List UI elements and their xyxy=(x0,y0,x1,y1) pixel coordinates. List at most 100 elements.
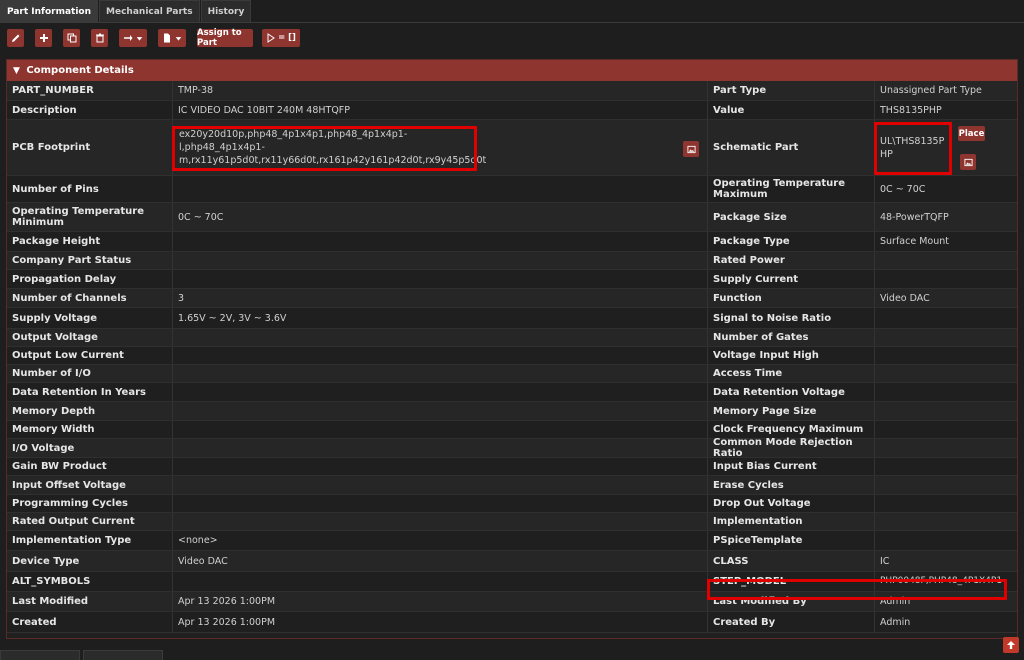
field-value[interactable] xyxy=(172,232,707,251)
panel-header[interactable]: ▼ Component Details xyxy=(7,60,1017,81)
tab-divider xyxy=(0,22,1024,23)
field-value[interactable] xyxy=(874,329,1019,346)
field-label: Drop Out Voltage xyxy=(707,495,874,512)
field-value[interactable] xyxy=(172,270,707,288)
field-value[interactable] xyxy=(874,383,1019,401)
field-label: PSpiceTemplate xyxy=(707,531,874,550)
add-button[interactable] xyxy=(35,29,52,47)
field-value[interactable]: PHP0048F,PHP48_4P1X4P1 xyxy=(874,572,1019,591)
field-value[interactable]: IC VIDEO DAC 10BIT 240M 48HTQFP xyxy=(172,101,707,119)
field-value[interactable] xyxy=(874,513,1019,530)
field-value[interactable]: Unassigned Part Type xyxy=(874,81,1019,100)
delete-button[interactable] xyxy=(91,29,108,47)
field-value[interactable] xyxy=(172,513,707,530)
field-value[interactable] xyxy=(874,476,1019,494)
bottom-tab-2[interactable] xyxy=(83,650,163,660)
field-value[interactable]: Video DAC xyxy=(172,551,707,571)
table-row: Programming Cycles Drop Out Voltage xyxy=(7,495,1017,513)
file-dropdown-button[interactable] xyxy=(158,29,186,47)
field-value[interactable]: 1.65V ~ 2V, 3V ~ 3.6V xyxy=(172,308,707,328)
field-value[interactable] xyxy=(874,270,1019,288)
bottom-tab-1[interactable] xyxy=(0,650,80,660)
field-value[interactable] xyxy=(172,402,707,420)
chevron-down-icon xyxy=(136,36,143,41)
copy-button[interactable] xyxy=(63,29,80,47)
place-label: Place xyxy=(958,128,985,139)
table-row: Number of Pins Operating Temperature Maxi… xyxy=(7,176,1017,203)
field-value[interactable]: 3 xyxy=(172,289,707,307)
run-label: = [] xyxy=(278,33,296,43)
move-dropdown-button[interactable] xyxy=(119,29,147,47)
image-icon xyxy=(963,158,973,166)
table-row: Gain BW Product Input Bias Current xyxy=(7,458,1017,476)
field-value[interactable]: Admin xyxy=(874,592,1019,611)
field-value[interactable] xyxy=(172,439,707,457)
field-value[interactable]: UL\THS8135PHP xyxy=(874,120,1019,175)
schematic-image-button[interactable] xyxy=(960,154,976,170)
field-label: Implementation Type xyxy=(12,535,132,546)
table-row: Implementation Type <none> PSpiceTemplate xyxy=(7,531,1017,551)
footprint-image-button[interactable] xyxy=(683,141,699,157)
field-label: Rated Output Current xyxy=(12,516,135,527)
field-value[interactable] xyxy=(172,252,707,269)
field-value[interactable] xyxy=(172,329,707,346)
table-row: Output Voltage Number of Gates xyxy=(7,329,1017,347)
run-button[interactable]: = [] xyxy=(262,29,300,47)
field-label: Created By xyxy=(707,612,874,632)
field-value[interactable] xyxy=(874,531,1019,550)
tab-mechanical-parts[interactable]: Mechanical Parts xyxy=(99,0,200,22)
schematic-place-button[interactable]: Place xyxy=(958,126,985,141)
field-value[interactable] xyxy=(874,308,1019,328)
field-value[interactable] xyxy=(172,476,707,494)
field-value[interactable]: <none> xyxy=(172,531,707,550)
field-value[interactable]: 0C ~ 70C xyxy=(874,176,1019,202)
field-value[interactable] xyxy=(874,252,1019,269)
field-value[interactable]: IC xyxy=(874,551,1019,571)
field-value[interactable] xyxy=(874,365,1019,382)
field-label: Memory Width xyxy=(12,424,95,435)
play-icon xyxy=(267,33,275,43)
table-row: Package Height Package Type Surface Mount xyxy=(7,232,1017,252)
table-row: PCB Footprint ex20y20d10p,php48_4p1x4p1,p… xyxy=(7,120,1017,176)
field-label: PCB Footprint xyxy=(12,142,91,153)
field-value[interactable] xyxy=(874,421,1019,438)
field-value[interactable] xyxy=(874,439,1019,457)
tab-history[interactable]: History xyxy=(200,0,252,22)
field-value[interactable]: Video DAC xyxy=(874,289,1019,307)
field-label: I/O Voltage xyxy=(12,442,75,454)
table-row: Number of Channels 3 Function Video DAC xyxy=(7,289,1017,308)
field-value[interactable] xyxy=(172,572,707,591)
field-label: Created xyxy=(12,616,57,628)
field-value[interactable] xyxy=(172,176,707,202)
field-value[interactable] xyxy=(874,347,1019,364)
assign-to-part-label: Assign to Part xyxy=(197,28,242,48)
field-label: Function xyxy=(707,289,874,307)
field-value[interactable] xyxy=(874,495,1019,512)
field-value[interactable] xyxy=(874,458,1019,475)
field-label: CLASS xyxy=(707,551,874,571)
table-row: Rated Output Current Implementation xyxy=(7,513,1017,531)
assign-to-part-button[interactable]: Assign to Part xyxy=(197,28,253,48)
tab-part-information[interactable]: Part Information xyxy=(0,0,99,22)
field-value[interactable] xyxy=(172,347,707,364)
field-value[interactable]: Surface Mount xyxy=(874,232,1019,251)
table-row: I/O Voltage Common Mode Rejection Ratio xyxy=(7,437,1019,459)
field-value[interactable]: 48-PowerTQFP xyxy=(874,203,1019,231)
field-value[interactable] xyxy=(874,402,1019,420)
field-value[interactable] xyxy=(172,365,707,382)
field-value[interactable]: ex20y20d10p,php48_4p1x4p1,php48_4p1x4p1-… xyxy=(172,120,707,175)
field-value[interactable]: TMP-38 xyxy=(172,81,707,100)
scroll-to-top-button[interactable] xyxy=(1003,637,1019,653)
field-label: Package Height xyxy=(12,236,101,247)
field-label: Gain BW Product xyxy=(12,461,107,472)
field-value[interactable] xyxy=(172,495,707,512)
field-value[interactable]: THS8135PHP xyxy=(874,101,1019,119)
field-value[interactable] xyxy=(172,421,707,438)
field-value[interactable] xyxy=(172,383,707,401)
edit-button[interactable] xyxy=(7,29,24,47)
field-value[interactable]: Admin xyxy=(874,612,1019,632)
field-value[interactable]: Apr 13 2026 1:00PM xyxy=(172,612,707,632)
field-value[interactable]: 0C ~ 70C xyxy=(172,203,707,231)
field-value[interactable] xyxy=(172,458,707,475)
field-value[interactable]: Apr 13 2026 1:00PM xyxy=(172,592,707,611)
